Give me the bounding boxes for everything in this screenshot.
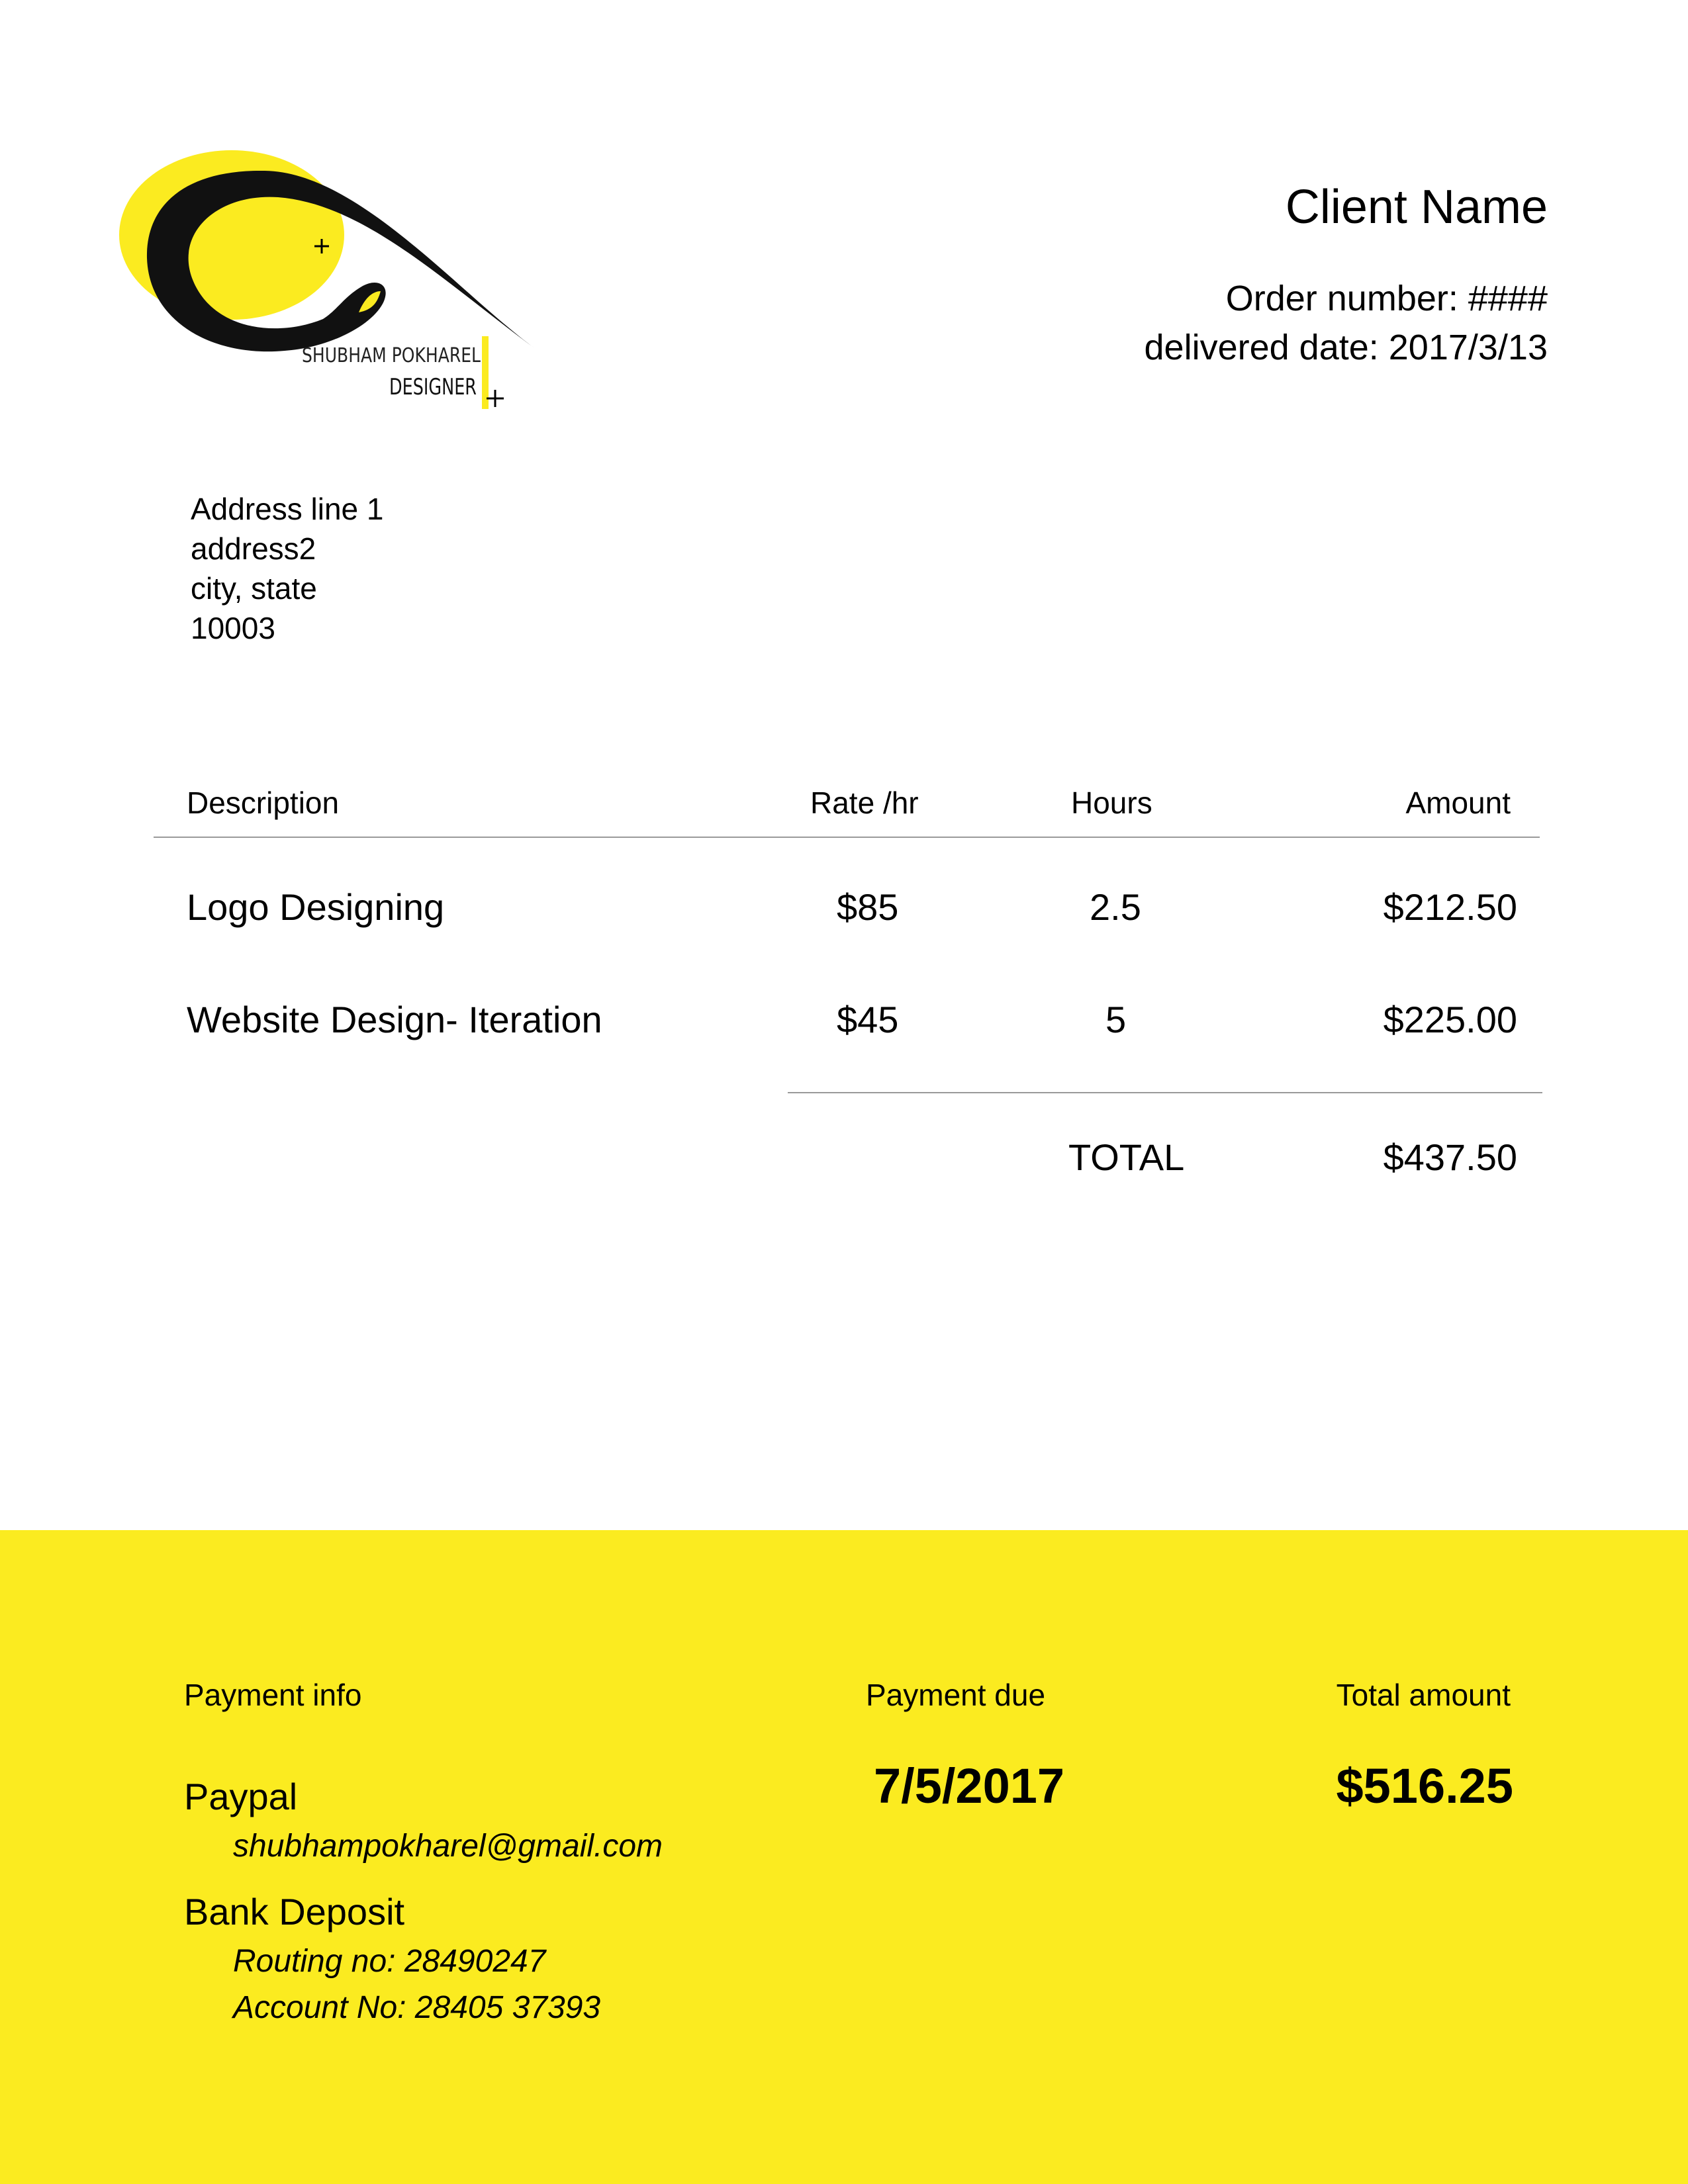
logo-name: SHUBHAM POKHAREL (302, 344, 481, 367)
row-description: Website Design- Iteration (187, 999, 602, 1040)
payment-due-date: 7/5/2017 (874, 1758, 1065, 1813)
paypal-email: shubhampokharel@gmail.com (233, 1829, 663, 1864)
col-header-description: Description (187, 786, 340, 820)
bank-account-number: Account No: 28405 37393 (233, 1990, 601, 2025)
bank-routing-number: Routing no: 28490247 (233, 1944, 546, 1979)
client-name: Client Name (1285, 181, 1548, 234)
table-header-divider (154, 837, 1540, 838)
address-line-2: address2 (191, 531, 316, 566)
payment-method-paypal: Paypal (184, 1776, 298, 1817)
payment-info-label: Payment info (184, 1678, 362, 1712)
row-rate: $45 (837, 999, 899, 1040)
row-amount: $212.50 (1383, 886, 1517, 928)
col-header-hours: Hours (1071, 786, 1152, 820)
total-divider (788, 1092, 1542, 1093)
total-amount-label: Total amount (1336, 1678, 1511, 1712)
total-label: TOTAL (1068, 1136, 1185, 1178)
delivered-date: delivered date: 2017/3/13 (1144, 328, 1548, 367)
payment-method-bank: Bank Deposit (184, 1891, 405, 1933)
row-amount: $225.00 (1383, 999, 1517, 1040)
row-hours: 5 (1105, 999, 1127, 1040)
logo-title: DESIGNER (389, 374, 477, 400)
row-hours: 2.5 (1090, 886, 1141, 928)
designer-logo: SHUBHAM POKHAREL DESIGNER (119, 150, 536, 409)
col-header-rate: Rate /hr (810, 786, 919, 820)
row-description: Logo Designing (187, 886, 445, 928)
total-value: $437.50 (1383, 1136, 1517, 1178)
logo-plus-bottom (487, 390, 504, 407)
order-number: Order number: #### (1225, 279, 1548, 318)
row-rate: $85 (837, 886, 899, 928)
address-line-1: Address line 1 (191, 492, 384, 526)
address-city-state: city, state (191, 571, 317, 606)
total-amount-value: $516.25 (1336, 1758, 1514, 1813)
col-header-amount: Amount (1405, 786, 1511, 820)
payment-due-label: Payment due (866, 1678, 1046, 1712)
address-zip: 10003 (191, 611, 275, 645)
